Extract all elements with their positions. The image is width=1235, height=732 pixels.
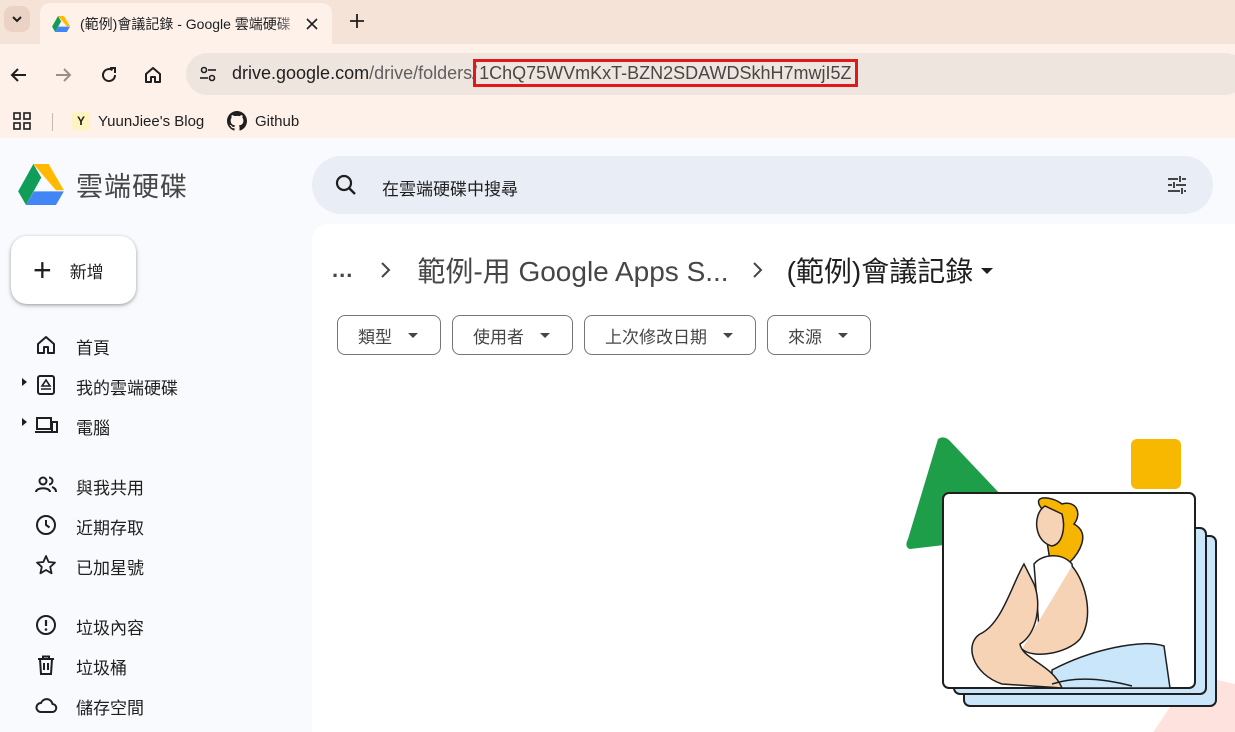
tab-search-button[interactable] — [4, 6, 30, 32]
bookmark-label: Github — [255, 112, 300, 130]
chevron-down-icon — [12, 16, 22, 23]
recent-icon — [36, 515, 56, 535]
forward-button[interactable] — [48, 60, 78, 90]
search-options-icon[interactable] — [1165, 173, 1189, 197]
star-icon — [36, 555, 56, 575]
url-folder-id-highlighted: 1ChQ75WVmKxT-BZN2SDAWDSkhH7mwjI5Z — [473, 59, 858, 87]
spam-icon — [36, 615, 56, 635]
filter-modified-chip[interactable]: 上次修改日期 — [584, 315, 756, 355]
tab-title: (範例)會議記錄 - Google 雲端硬碟 — [80, 15, 291, 32]
breadcrumb-separator — [751, 260, 765, 280]
sidebar-item-label: 已加星號 — [76, 559, 144, 578]
dropdown-arrow-icon — [540, 332, 550, 338]
bookmark-blog[interactable]: Y YuunJiee's Blog — [72, 110, 204, 132]
tab-close-icon[interactable] — [302, 14, 322, 34]
sidebar-item-trash[interactable]: 垃圾桶 — [0, 644, 300, 684]
github-icon — [227, 111, 247, 131]
chip-label: 使用者 — [473, 327, 524, 347]
filter-chips: 類型 使用者 上次修改日期 來源 — [337, 315, 871, 355]
back-button[interactable] — [4, 60, 34, 90]
browser-toolbar: drive.google.com/drive/folders/1ChQ75WVm… — [0, 44, 1235, 104]
sidebar-item-storage[interactable]: 儲存空間 — [0, 684, 300, 724]
dropdown-arrow-icon — [723, 332, 733, 338]
dropdown-arrow-icon — [838, 332, 848, 338]
url-path: /drive/folders/ — [369, 63, 478, 83]
dropdown-arrow-icon — [408, 332, 418, 338]
apps-grid-icon — [13, 112, 31, 130]
sidebar-item-shared[interactable]: 與我共用 — [0, 464, 300, 504]
chip-label: 上次修改日期 — [605, 327, 707, 347]
search-bar[interactable]: 在雲端硬碟中搜尋 — [312, 156, 1213, 214]
trash-icon — [38, 655, 54, 675]
expand-caret-icon[interactable] — [22, 378, 27, 386]
chip-label: 類型 — [358, 327, 392, 347]
filter-people-chip[interactable]: 使用者 — [452, 315, 573, 355]
search-icon[interactable] — [334, 173, 358, 197]
apps-button[interactable] — [12, 110, 32, 132]
reload-button[interactable] — [94, 60, 124, 90]
sidebar-item-label: 首頁 — [76, 339, 110, 358]
sidebar-item-label: 我的雲端硬碟 — [76, 379, 178, 398]
chevron-right-icon — [381, 262, 391, 278]
sidebar-item-spam[interactable]: 垃圾內容 — [0, 604, 300, 644]
breadcrumb-parent-folder[interactable]: 範例-用 Google Apps S... — [417, 250, 728, 290]
sidebar-item-home[interactable]: 首頁 — [0, 324, 300, 364]
new-button[interactable]: + 新增 — [11, 236, 136, 304]
sidebar-item-label: 電腦 — [76, 419, 110, 438]
arrow-right-icon — [56, 68, 72, 82]
browser-tab-active[interactable]: (範例)會議記錄 - Google 雲端硬碟 — [40, 3, 332, 44]
filter-source-chip[interactable]: 來源 — [767, 315, 871, 355]
google-drive-icon — [52, 15, 70, 32]
home-icon — [145, 67, 161, 83]
sidebar-item-my-drive[interactable]: 我的雲端硬碟 — [0, 364, 300, 404]
sidebar-item-label: 垃圾內容 — [76, 619, 144, 638]
address-bar[interactable]: drive.google.com/drive/folders/1ChQ75WVm… — [186, 53, 1235, 95]
sidebar-item-label: 垃圾桶 — [76, 659, 127, 678]
breadcrumb-more-button[interactable]: ... — [332, 257, 353, 283]
url-host: drive.google.com — [232, 63, 370, 83]
new-button-label: 新增 — [69, 262, 104, 282]
computers-icon — [35, 417, 58, 433]
reload-icon — [102, 67, 117, 83]
drive-logo[interactable]: 雲端硬碟 — [18, 164, 188, 205]
tab-strip: (範例)會議記錄 - Google 雲端硬碟 — [0, 0, 1235, 44]
bookmark-label: YuunJiee's Blog — [98, 112, 205, 130]
url-text: drive.google.com/drive/folders/1ChQ75WVm… — [232, 59, 858, 87]
brand-name: 雲端硬碟 — [76, 172, 188, 202]
sidebar-item-starred[interactable]: 已加星號 — [0, 544, 300, 584]
bookmark-github[interactable]: Github — [227, 110, 299, 132]
cloud-icon — [35, 698, 58, 713]
main-content: ... 範例-用 Google Apps S... (範例)會議記錄 類型 使用… — [312, 224, 1235, 732]
filter-type-chip[interactable]: 類型 — [337, 315, 441, 355]
sidebar-item-computers[interactable]: 電腦 — [0, 404, 300, 444]
bookmarks-bar: Y YuunJiee's Blog Github — [0, 104, 1235, 138]
site-info-icon[interactable] — [196, 62, 220, 86]
breadcrumb: ... 範例-用 Google Apps S... (範例)會議記錄 — [332, 250, 994, 290]
plus-icon — [350, 14, 364, 28]
drive-app: 雲端硬碟 在雲端硬碟中搜尋 + 新增 首頁 我的雲端硬碟 電腦 與我共用 近期存… — [0, 144, 1235, 732]
google-drive-icon — [18, 164, 64, 205]
chevron-right-icon — [752, 262, 763, 278]
search-placeholder[interactable]: 在雲端硬碟中搜尋 — [382, 175, 518, 200]
home-icon — [37, 336, 55, 354]
bookmarks-separator — [52, 113, 53, 131]
empty-folder-illustration — [906, 437, 1235, 732]
sidebar-item-label: 與我共用 — [76, 479, 144, 498]
sidebar-item-label: 近期存取 — [76, 519, 144, 538]
blog-favicon-icon: Y — [72, 112, 90, 130]
plus-icon: + — [33, 252, 52, 288]
shared-icon — [35, 476, 57, 493]
chip-label: 來源 — [788, 327, 822, 347]
sidebar-item-label: 儲存空間 — [76, 699, 144, 718]
sidebar-item-recent[interactable]: 近期存取 — [0, 504, 300, 544]
home-button[interactable] — [138, 60, 168, 90]
new-tab-button[interactable] — [344, 8, 370, 34]
arrow-left-icon — [10, 68, 26, 82]
breadcrumb-current-folder[interactable]: (範例)會議記錄 — [787, 250, 974, 290]
my-drive-icon — [37, 375, 55, 395]
expand-caret-icon[interactable] — [22, 418, 27, 426]
folder-menu-dropdown-icon[interactable] — [981, 268, 994, 274]
